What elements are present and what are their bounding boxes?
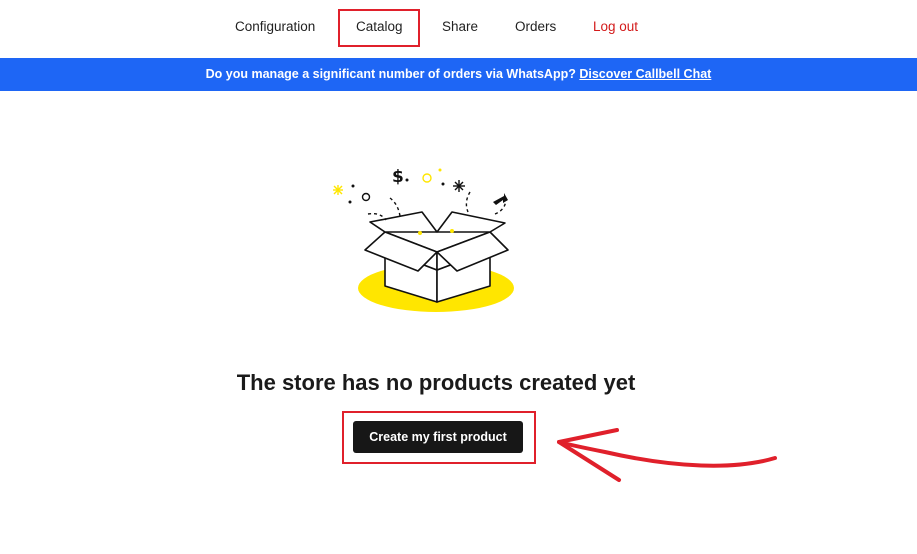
top-navigation: Configuration Catalog Share Orders Log o…: [0, 0, 917, 58]
open-box-icon: $: [333, 167, 514, 312]
red-arrow-annotation: [557, 428, 777, 482]
catalog-highlight-box: [338, 9, 420, 47]
nav-configuration[interactable]: Configuration: [235, 19, 315, 35]
nav-logout[interactable]: Log out: [593, 19, 638, 35]
whatsapp-banner: Do you manage a significant number of or…: [0, 58, 917, 91]
create-button-highlight-box: [342, 411, 536, 464]
banner-link[interactable]: Discover Callbell Chat: [579, 67, 711, 81]
nav-orders[interactable]: Orders: [515, 19, 556, 35]
svg-text:$: $: [392, 167, 404, 187]
empty-state-title: The store has no products created yet: [236, 370, 636, 395]
nav-share[interactable]: Share: [442, 19, 478, 35]
banner-text: Do you manage a significant number of or…: [205, 67, 576, 81]
